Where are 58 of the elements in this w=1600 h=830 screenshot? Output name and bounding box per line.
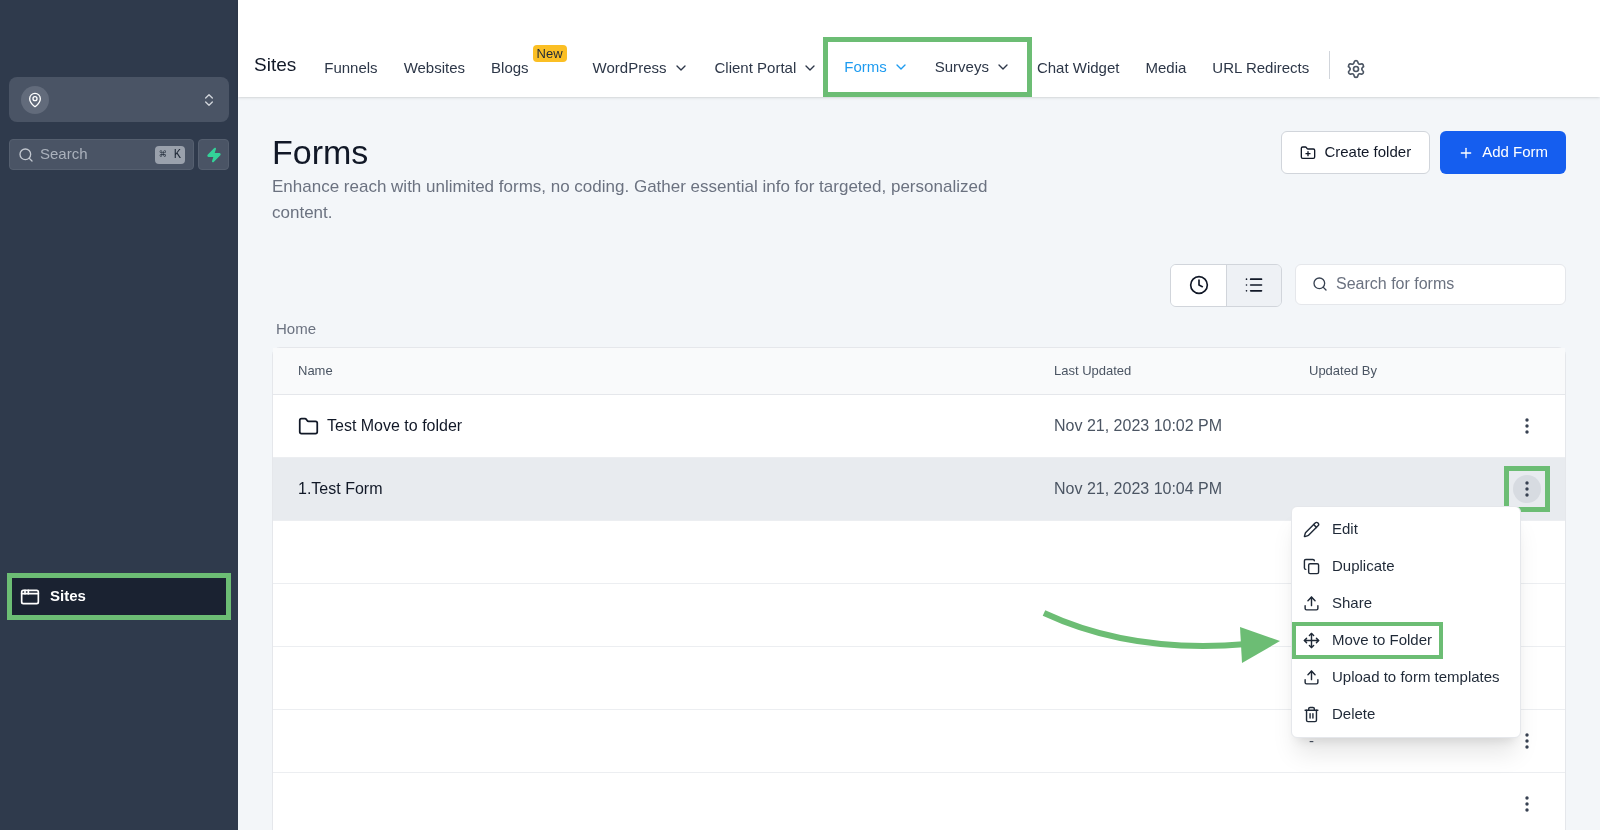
form-name: Test Move to folder [327, 416, 463, 436]
clock-icon [1188, 275, 1209, 295]
menu-item[interactable]: Duplicate [1296, 552, 1402, 581]
settings-icon[interactable] [1346, 59, 1367, 79]
breadcrumb: Home [276, 318, 317, 339]
trash-icon [1303, 706, 1320, 723]
vertical-dots-icon [1525, 733, 1529, 749]
list-icon [1244, 275, 1264, 295]
add-button[interactable]: Add Form [1440, 131, 1566, 174]
page-subtitle: Enhance reach with unlimited forms, no coding. Gather essential info for targeted, personalized content. [272, 175, 989, 224]
nav-tab[interactable]: Surveys [934, 55, 1011, 78]
recent-view-button[interactable] [1171, 264, 1226, 306]
nav-tab[interactable]: URL Redirects [1212, 56, 1310, 79]
search-field[interactable]: Search for forms [1295, 263, 1566, 305]
last-updated: Nov 21, 2023 10:02 PM [1054, 417, 1223, 434]
folder-icon [298, 415, 319, 437]
lightning-icon [205, 146, 222, 163]
nav-tab[interactable]: Chat Widget [1036, 56, 1120, 79]
create-folder-button[interactable]: Create folder [1281, 131, 1431, 174]
vertical-dots-icon [1525, 418, 1529, 434]
upload-icon [1303, 669, 1320, 686]
nav-tab[interactable]: WordPress [592, 56, 689, 79]
search-input[interactable]: Search [40, 143, 150, 166]
nav-tab[interactable]: Client Portal [714, 56, 819, 79]
column-header: Name [297, 362, 334, 381]
vertical-dots-icon [1525, 796, 1529, 812]
column-header: Updated By [1309, 362, 1377, 381]
sidebar-item[interactable]: Sites [12, 578, 226, 615]
menu-item[interactable]: Share [1296, 589, 1380, 618]
menu-item[interactable]: Upload to form templates [1296, 663, 1507, 692]
search-icon [1312, 276, 1328, 292]
column-header: Last Updated [1054, 362, 1133, 381]
shortcut-hint: ⌘ K [155, 145, 185, 164]
form-name: 1.Test Form [298, 479, 383, 499]
search-input[interactable]: Search for forms [1336, 272, 1549, 296]
list-view-button[interactable] [1226, 264, 1281, 306]
upload-icon [1303, 595, 1320, 612]
quick-action-button[interactable] [198, 139, 229, 170]
folder-plus-icon [1300, 144, 1317, 161]
search-field[interactable]: Search ⌘ K [9, 139, 194, 170]
updated-by: - [1309, 732, 1314, 749]
section-title: Sites [254, 52, 297, 77]
location-avatar-icon [21, 85, 49, 114]
nav-tab[interactable]: Funnels [324, 56, 378, 79]
nav-tab[interactable]: Blogs [491, 56, 529, 79]
copy-icon [1303, 558, 1320, 575]
new-badge: New [532, 44, 567, 62]
menu-item[interactable]: Edit [1296, 515, 1365, 544]
vertical-dots-icon [1525, 481, 1529, 497]
page-title: Forms [272, 132, 370, 173]
last-updated: Nov 21, 2023 10:04 PM [1054, 480, 1223, 497]
nav-tab[interactable]: Media [1145, 56, 1187, 79]
move-icon [1303, 632, 1320, 649]
more-options-button[interactable] [1513, 475, 1541, 503]
pencil-icon [1303, 521, 1320, 538]
menu-item[interactable]: Delete [1296, 700, 1383, 729]
search-icon [18, 146, 34, 163]
nav-tab[interactable]: Websites [403, 56, 466, 79]
